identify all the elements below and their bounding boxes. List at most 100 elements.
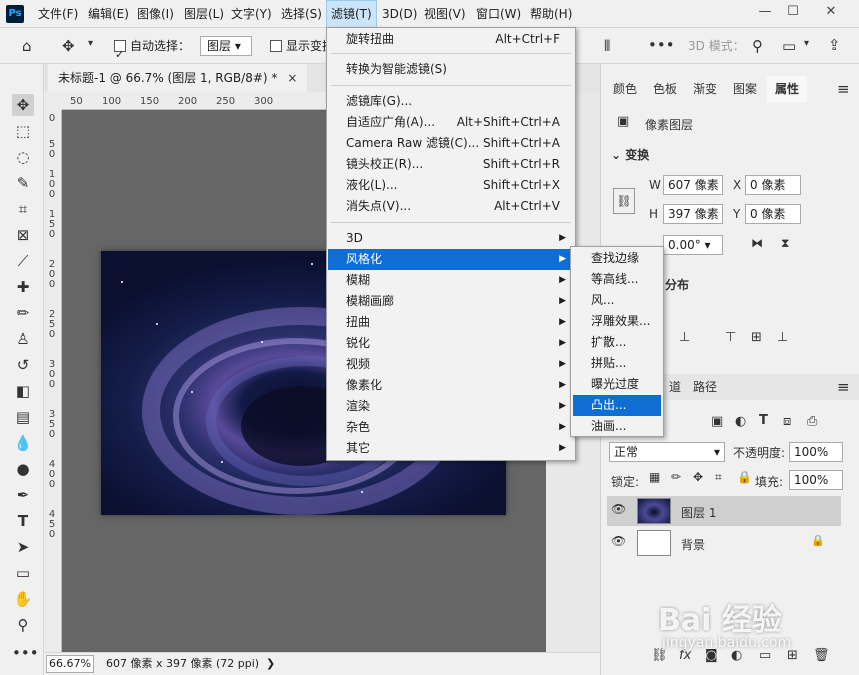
checkbox-checked-icon[interactable] <box>114 37 126 73</box>
home-icon[interactable]: ⌂ <box>22 37 32 55</box>
menu-window[interactable]: 窗口(W) <box>472 0 525 28</box>
layers-menu-icon[interactable]: ≡ <box>837 378 850 396</box>
filter-pixel-icon[interactable]: ▣ <box>711 414 723 429</box>
menu-item-camera-raw[interactable]: Camera Raw 滤镜(C)... Shift+Ctrl+A <box>328 133 574 154</box>
menu-type[interactable]: 文字(Y) <box>227 0 276 28</box>
menu-item-3d[interactable]: 3D ▶ <box>328 228 574 249</box>
eyedropper-icon[interactable]: ⟋ <box>12 250 34 272</box>
lock-artboard-icon[interactable]: ⌗ <box>715 470 722 485</box>
eye-icon[interactable]: 👁 <box>611 534 626 548</box>
search-icon[interactable]: ⚲ <box>752 37 763 55</box>
menu-item-sharpen[interactable]: 锐化 ▶ <box>328 333 574 354</box>
panel-menu-icon[interactable]: ≡ <box>837 80 850 98</box>
close-window-button[interactable]: ✕ <box>818 2 844 22</box>
more-options-icon[interactable]: ••• <box>648 36 675 54</box>
align-middle-icon[interactable]: ⊞ <box>751 330 762 345</box>
flip-vertical-icon[interactable]: ⧗ <box>781 236 789 251</box>
menu-item-solarize[interactable]: 曝光过度 <box>573 374 661 395</box>
tab-paths[interactable]: 路径 <box>685 374 725 400</box>
stamp-tool-icon[interactable]: ♙ <box>12 328 34 350</box>
menu-image[interactable]: 图像(I) <box>133 0 178 28</box>
filter-shape-icon[interactable]: ⧈ <box>783 414 791 429</box>
chevron-down-icon[interactable]: ▾ <box>88 38 93 49</box>
menu-item-noise[interactable]: 杂色 ▶ <box>328 417 574 438</box>
checkbox-unchecked-icon[interactable] <box>270 40 282 52</box>
minimize-button[interactable]: — <box>752 2 778 22</box>
lock-position-icon[interactable]: ✥ <box>693 470 703 484</box>
lock-transparent-icon[interactable]: ▦ <box>649 470 660 484</box>
menu-select[interactable]: 选择(S) <box>277 0 326 28</box>
filter-type-icon[interactable]: T <box>759 413 768 428</box>
tab-gradients[interactable]: 渐变 <box>685 76 725 102</box>
blur-tool-icon[interactable]: 💧 <box>12 432 34 454</box>
menu-item-lens-correction[interactable]: 镜头校正(R)... Shift+Ctrl+R <box>328 154 574 175</box>
menu-view[interactable]: 视图(V) <box>420 0 470 28</box>
menu-item-extrude[interactable]: 凸出... <box>573 395 661 416</box>
angle-field[interactable]: 0.00° ▾ <box>663 235 723 255</box>
menu-file[interactable]: 文件(F) <box>34 0 82 28</box>
more-tools-icon[interactable]: ••• <box>12 642 39 664</box>
filter-adjust-icon[interactable]: ◐ <box>735 414 746 429</box>
gradient-tool-icon[interactable]: ▤ <box>12 406 34 428</box>
lock-paint-icon[interactable]: ✏ <box>671 470 681 484</box>
opacity-field[interactable]: 100% <box>789 442 843 462</box>
zoom-field[interactable]: 66.67% <box>46 655 94 673</box>
tab-color[interactable]: 颜色 <box>605 76 645 102</box>
frame-tool-icon[interactable]: ⊠ <box>12 224 34 246</box>
menu-item-adaptive-wide[interactable]: 自适应广角(A)... Alt+Shift+Ctrl+A <box>328 112 574 133</box>
marquee-tool-icon[interactable]: ⬚ <box>12 120 34 142</box>
menu-item-find-edges[interactable]: 查找边缘 <box>573 248 661 269</box>
document-tab[interactable]: 未标题-1 @ 66.7% (图层 1, RGB/8#) * × <box>48 64 308 92</box>
menu-filter[interactable]: 滤镜(T) <box>326 0 377 28</box>
hand-tool-icon[interactable]: ✋ <box>12 588 34 610</box>
width-field[interactable]: 607 像素 <box>663 175 723 195</box>
menu-item-blur-gallery[interactable]: 模糊画廊 ▶ <box>328 291 574 312</box>
transform-section-title[interactable]: ⌄ 变换 <box>611 146 649 163</box>
lock-all-icon[interactable]: 🔒 <box>737 470 752 484</box>
auto-select-checkbox[interactable]: 自动选择： <box>114 28 190 73</box>
layer-row[interactable]: 👁 背景 🔒 <box>607 528 841 558</box>
blend-mode-dropdown[interactable]: 正常 ▾ <box>609 442 725 462</box>
menu-item-wind[interactable]: 风... <box>573 290 661 311</box>
workspace-chevron-icon[interactable]: ▾ <box>804 38 809 49</box>
maximize-button[interactable]: ☐ <box>780 2 806 22</box>
align-top-icon[interactable]: ⊤ <box>725 330 736 345</box>
menu-item-video[interactable]: 视频 ▶ <box>328 354 574 375</box>
healing-brush-icon[interactable]: ✚ <box>12 276 34 298</box>
eye-icon[interactable]: 👁 <box>611 502 626 516</box>
menu-item-oil-paint[interactable]: 油画... <box>573 416 661 437</box>
history-brush-icon[interactable]: ↺ <box>12 354 34 376</box>
menu-item-stylize[interactable]: 风格化 ▶ <box>328 249 574 270</box>
layer-row[interactable]: 👁 图层 1 <box>607 496 841 526</box>
menu-edit[interactable]: 编辑(E) <box>84 0 133 28</box>
y-field[interactable]: 0 像素 <box>745 204 801 224</box>
auto-select-dropdown[interactable]: 图层 ▾ <box>200 36 252 56</box>
menu-item-smart-filter[interactable]: 转换为智能滤镜(S) <box>328 59 574 80</box>
brush-tool-icon[interactable]: ✏ <box>12 302 34 324</box>
shape-tool-icon[interactable]: ▭ <box>12 562 34 584</box>
align-icon[interactable]: ⊥ <box>679 330 690 345</box>
pen-tool-icon[interactable]: ✒ <box>12 484 34 506</box>
menu-item-render[interactable]: 渲染 ▶ <box>328 396 574 417</box>
lock-icon[interactable]: 🔒 <box>811 534 825 547</box>
menu-layer[interactable]: 图层(L) <box>180 0 228 28</box>
show-transform-checkbox[interactable]: 显示变换 <box>270 28 334 64</box>
menu-item-liquify[interactable]: 液化(L)... Shift+Ctrl+X <box>328 175 574 196</box>
quick-select-icon[interactable]: ✎ <box>12 172 34 194</box>
align-bottom-icon[interactable]: ⊥ <box>777 330 788 345</box>
menu-item-vanishing-point[interactable]: 消失点(V)... Alt+Ctrl+V <box>328 196 574 217</box>
menu-3d[interactable]: 3D(D) <box>378 0 421 28</box>
menu-item-twirl[interactable]: 旋转扭曲 Alt+Ctrl+F <box>328 29 574 50</box>
menu-help[interactable]: 帮助(H) <box>526 0 576 28</box>
menu-item-filter-gallery[interactable]: 滤镜库(G)... <box>328 91 574 112</box>
workspace-icon[interactable]: ▭ <box>782 37 796 55</box>
status-arrow-icon[interactable]: ❯ <box>266 653 275 675</box>
tab-properties[interactable]: 属性 <box>767 76 808 102</box>
height-field[interactable]: 397 像素 <box>663 204 723 224</box>
zoom-tool-icon[interactable]: ⚲ <box>12 614 34 636</box>
share-icon[interactable]: ⇪ <box>828 36 841 54</box>
path-select-icon[interactable]: ➤ <box>12 536 34 558</box>
align-icon[interactable]: ⫴ <box>604 37 610 55</box>
flip-horizontal-icon[interactable]: ⧓ <box>751 236 763 250</box>
menu-item-pixelate[interactable]: 像素化 ▶ <box>328 375 574 396</box>
